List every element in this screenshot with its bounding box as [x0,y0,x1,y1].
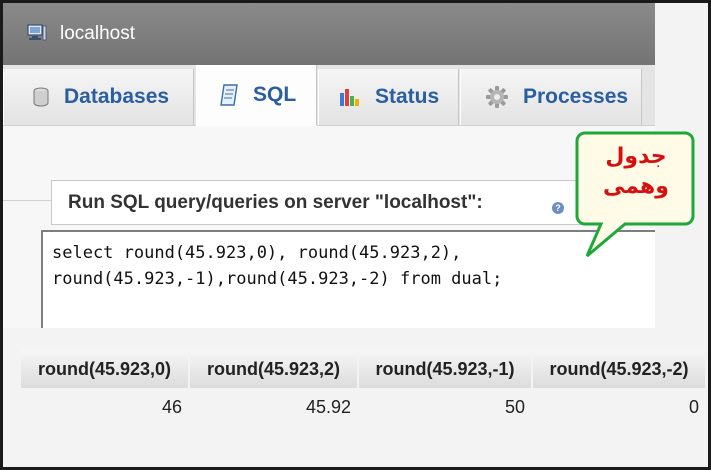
results-table: round(45.923,0) round(45.923,2) round(45… [19,350,707,426]
column-header[interactable]: round(45.923,0) [21,350,188,388]
server-icon [27,24,47,41]
sql-document-icon [220,84,238,106]
sql-query-textarea[interactable]: select round(45.923,0), round(45.923,2),… [41,230,655,328]
sql-query-panel: Run SQL query/queries on server "localho… [3,126,655,328]
result-cell: 45.92 [190,388,357,426]
query-results: round(45.923,0) round(45.923,2) round(45… [3,330,708,467]
annotation-text: جدول وهمى [586,141,686,201]
tab-label: Status [375,85,440,108]
tab-databases[interactable]: Databases [3,69,194,125]
gear-icon [486,86,508,108]
help-icon[interactable]: ? [552,202,564,214]
result-cell: 0 [533,388,705,426]
legend-text: Run SQL query/queries on server "localho… [68,191,483,213]
tab-label: Databases [64,85,170,108]
server-name[interactable]: localhost [60,23,135,45]
result-cell: 46 [21,388,188,426]
database-icon [33,87,49,107]
table-row: 46 45.92 50 0 [21,388,705,426]
tab-label: SQL [253,83,297,106]
server-title-bar: localhost [3,3,655,65]
column-header[interactable]: round(45.923,2) [190,350,357,388]
tab-processes[interactable]: Processes [460,69,642,125]
annotation-line: جدول [605,143,667,168]
result-cell: 50 [359,388,531,426]
app-frame: localhost Databases SQL Status Processes… [3,3,708,467]
tab-sql[interactable]: SQL [196,65,317,126]
tab-status[interactable]: Status [318,69,459,125]
annotation-line: وهمى [603,173,669,198]
status-chart-icon [340,89,359,106]
tab-label: Processes [523,85,629,108]
column-header[interactable]: round(45.923,-1) [359,350,531,388]
query-legend: Run SQL query/queries on server "localho… [51,180,611,225]
tab-bar: Databases SQL Status Processes [3,65,655,126]
column-header[interactable]: round(45.923,-2) [533,350,705,388]
